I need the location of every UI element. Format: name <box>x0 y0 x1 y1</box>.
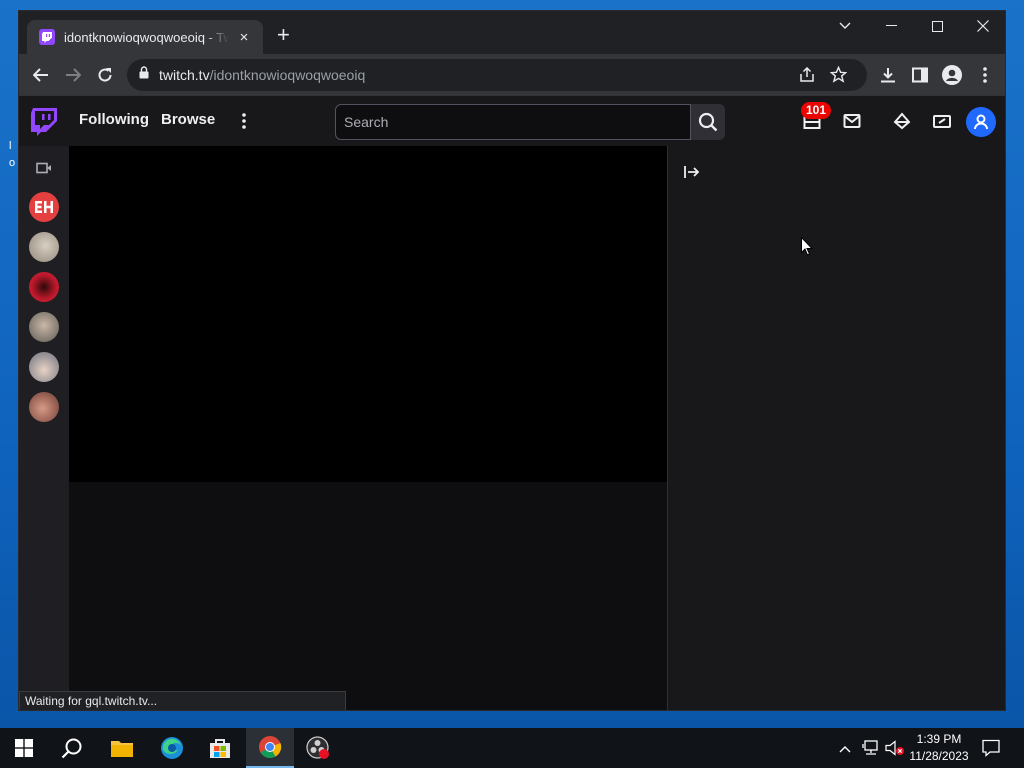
crown-prime-icon[interactable] <box>890 109 914 133</box>
microsoft-store-icon[interactable] <box>196 728 244 768</box>
mouse-cursor-icon <box>801 236 814 261</box>
browse-link[interactable]: Browse <box>161 111 215 128</box>
notification-badge: 101 <box>801 102 832 119</box>
kebab-menu-icon[interactable] <box>971 61 999 89</box>
network-icon[interactable] <box>862 740 880 761</box>
side-panel-icon[interactable] <box>906 61 934 89</box>
bits-get-icon[interactable] <box>930 109 954 133</box>
volume-muted-icon[interactable] <box>885 740 905 761</box>
chat-panel <box>667 146 1005 710</box>
browser-toolbar: twitch.tv/idontknowioqwoqwoeoiq <box>19 54 1005 96</box>
following-link[interactable]: Following <box>79 111 149 128</box>
close-window-icon[interactable] <box>960 11 1005 41</box>
status-bar: Waiting for gql.twitch.tv... <box>19 691 346 710</box>
taskbar-search-icon[interactable] <box>48 728 96 768</box>
channel-avatar[interactable] <box>29 352 59 382</box>
followed-channels-sidebar <box>19 146 69 710</box>
download-icon[interactable] <box>874 61 902 89</box>
twitch-logo-icon[interactable] <box>31 108 57 141</box>
browser-tab[interactable]: idontknowioqwoqwoeoiq - Twitch × <box>27 20 263 54</box>
channel-avatar[interactable] <box>29 392 59 422</box>
tab-title: idontknowioqwoqwoeoiq - Twitch <box>64 29 229 45</box>
collapse-chat-arrow-icon[interactable] <box>680 160 704 184</box>
profile-icon[interactable] <box>938 61 966 89</box>
video-player[interactable] <box>69 146 667 482</box>
desktop-icon-fragment: l <box>9 140 12 152</box>
action-center-notification-icon[interactable] <box>982 739 1000 762</box>
user-avatar[interactable] <box>966 107 996 137</box>
browser-window: idontknowioqwoqwoeoiq - Twitch × + <box>18 10 1006 711</box>
url-text: twitch.tv/idontknowioqwoqwoeoiq <box>159 67 366 83</box>
channel-avatar[interactable] <box>29 312 59 342</box>
windows-taskbar: 1:39 PM 11/28/2023 <box>0 728 1024 768</box>
file-explorer-icon[interactable] <box>98 728 146 768</box>
lock-icon <box>139 66 149 84</box>
search-icon[interactable] <box>691 104 725 140</box>
channel-info-area <box>69 482 667 710</box>
channel-avatar[interactable] <box>29 232 59 262</box>
video-camera-icon <box>36 161 52 179</box>
back-icon[interactable] <box>27 61 55 89</box>
tab-search-chevron-icon[interactable] <box>822 11 868 41</box>
maximize-icon[interactable] <box>914 11 960 41</box>
bookmark-star-icon[interactable] <box>829 65 848 88</box>
tab-close-icon[interactable]: × <box>235 29 253 46</box>
obs-studio-icon[interactable] <box>294 728 342 768</box>
minimize-icon[interactable] <box>868 11 914 41</box>
chrome-taskbar-icon[interactable] <box>246 728 294 768</box>
whispers-mail-icon[interactable] <box>840 109 864 133</box>
forward-icon[interactable] <box>59 61 87 89</box>
channel-avatar[interactable] <box>29 272 59 302</box>
edge-browser-icon[interactable] <box>148 728 196 768</box>
address-bar[interactable]: twitch.tv/idontknowioqwoqwoeoiq <box>127 59 867 91</box>
new-tab-button[interactable]: + <box>277 24 290 46</box>
twitch-favicon-icon <box>39 29 55 45</box>
tab-strip: idontknowioqwoqwoeoiq - Twitch × + <box>19 11 1005 54</box>
system-clock[interactable]: 1:39 PM 11/28/2023 <box>906 731 972 765</box>
reload-icon[interactable] <box>91 61 119 89</box>
more-vertical-icon[interactable] <box>232 109 256 133</box>
tray-chevron-up-icon[interactable] <box>839 740 851 758</box>
windows-start-icon[interactable] <box>0 728 48 768</box>
search-input[interactable]: Search <box>335 104 691 140</box>
share-icon[interactable] <box>799 66 815 88</box>
channel-avatar[interactable] <box>29 192 59 222</box>
desktop-icon-fragment: o <box>9 157 16 169</box>
twitch-page: Following Browse Search 101 Waiting for … <box>19 96 1005 710</box>
twitch-top-nav: Following Browse Search 101 <box>19 96 1005 146</box>
